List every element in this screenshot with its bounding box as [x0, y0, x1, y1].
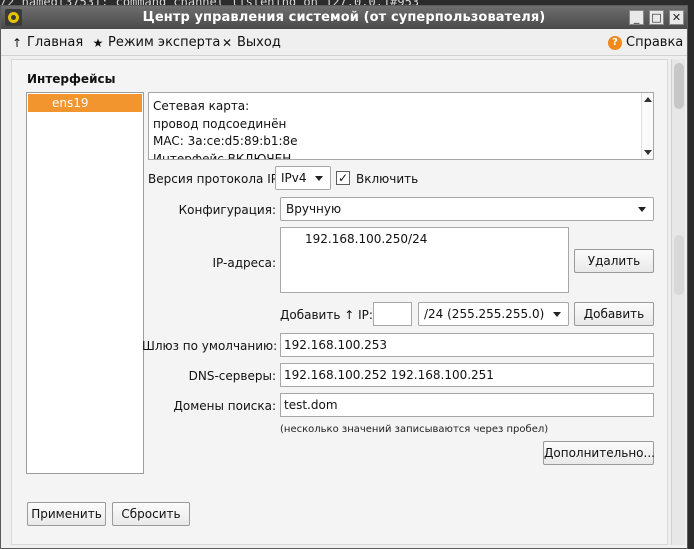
apply-button[interactable]: Применить	[27, 502, 106, 526]
window-scrollbar[interactable]	[671, 59, 685, 545]
enable-checkbox[interactable]: ✓	[336, 171, 350, 185]
enable-label: Включить	[356, 172, 419, 186]
delete-button[interactable]: Удалить	[574, 249, 654, 273]
gateway-field[interactable]: 192.168.100.253	[280, 333, 654, 357]
configuration-select[interactable]: Вручную	[280, 197, 654, 221]
reset-button[interactable]: Сбросить	[112, 502, 190, 526]
arrow-up-icon: ↑	[11, 35, 23, 50]
add-button[interactable]: Добавить	[574, 302, 654, 326]
title-bar[interactable]: Центр управления системой (от суперпольз…	[1, 6, 687, 29]
expert-mode-button[interactable]: ★ Режим эксперта	[92, 35, 221, 50]
dns-label: DNS-серверы:	[188, 369, 276, 383]
ip-address-item[interactable]: 192.168.100.250/24	[305, 232, 427, 246]
add-ip-label: Добавить ↑ IP:	[280, 308, 373, 322]
interface-info-box[interactable]: Сетевая карта: провод подсоединён MAC: 3…	[148, 92, 654, 160]
help-button[interactable]: ? Справка	[608, 35, 683, 50]
ip-version-label: Версия протокола IP:	[148, 172, 283, 186]
chevron-down-icon	[638, 207, 646, 212]
advanced-button[interactable]: Дополнительно...	[543, 441, 655, 465]
control-center-window: Центр управления системой (от суперпольз…	[0, 5, 688, 549]
maximize-button[interactable]: □	[649, 10, 664, 25]
toolbar: ↑ Главная ★ Режим эксперта ✕ Выход ? Спр…	[1, 30, 687, 56]
ip-addresses-label: IP-адреса:	[212, 256, 277, 270]
chevron-down-icon	[315, 176, 323, 181]
star-icon: ★	[92, 35, 104, 50]
ip-version-select[interactable]: IPv4	[275, 166, 331, 190]
content-panel: Интерфейсы ens19 Сетевая карта: провод п…	[11, 59, 668, 545]
tools-icon: ✕	[221, 35, 233, 50]
configuration-label: Конфигурация:	[178, 203, 276, 217]
gateway-label: Шлюз по умолчанию:	[142, 339, 278, 353]
configuration-value: Вручную	[286, 202, 342, 216]
ip-address-list[interactable]: 192.168.100.250/24	[280, 227, 569, 293]
mask-value: /24 (255.255.255.0)	[424, 307, 545, 321]
window-title: Центр управления системой (от суперпольз…	[142, 10, 546, 25]
interfaces-title: Интерфейсы	[27, 72, 116, 86]
expert-mode-label: Режим эксперта	[108, 35, 221, 50]
mask-select[interactable]: /24 (255.255.255.0)	[418, 302, 569, 326]
info-line: Интерфейс ВКЛЮЧЕН	[153, 151, 292, 160]
exit-label: Выход	[237, 35, 281, 50]
chevron-down-icon	[553, 312, 561, 317]
ip-version-value: IPv4	[281, 171, 307, 185]
interface-list[interactable]: ens19	[26, 92, 144, 474]
add-ip-field[interactable]	[373, 302, 412, 326]
info-line: MAC: 3a:ce:d5:89:b1:8e	[153, 134, 298, 148]
info-line: провод подсоединён	[153, 116, 287, 131]
scroll-down-icon[interactable]	[644, 150, 652, 155]
help-label: Справка	[626, 35, 684, 50]
home-label: Главная	[27, 35, 84, 50]
search-domains-field[interactable]: test.dom	[280, 393, 654, 417]
scrollbar-thumb[interactable]	[674, 63, 684, 109]
interface-item[interactable]: ens19	[28, 94, 142, 112]
home-button[interactable]: ↑ Главная	[11, 35, 83, 50]
search-domains-label: Домены поиска:	[173, 399, 276, 413]
info-line: Сетевая карта:	[153, 99, 250, 113]
dns-field[interactable]: 192.168.100.252 192.168.100.251	[280, 363, 654, 387]
interface-info-text: Сетевая карта: провод подсоединён MAC: 3…	[153, 98, 298, 160]
help-icon: ?	[608, 35, 622, 50]
scrollbar-track-mark	[674, 235, 684, 295]
exit-button[interactable]: ✕ Выход	[221, 35, 281, 50]
info-scrollbar[interactable]	[641, 93, 653, 159]
scroll-up-icon[interactable]	[644, 97, 652, 102]
minimize-button[interactable]: _	[629, 10, 644, 25]
search-domains-hint: (несколько значений записываются через п…	[280, 424, 549, 435]
close-button[interactable]: ✕	[669, 10, 684, 25]
